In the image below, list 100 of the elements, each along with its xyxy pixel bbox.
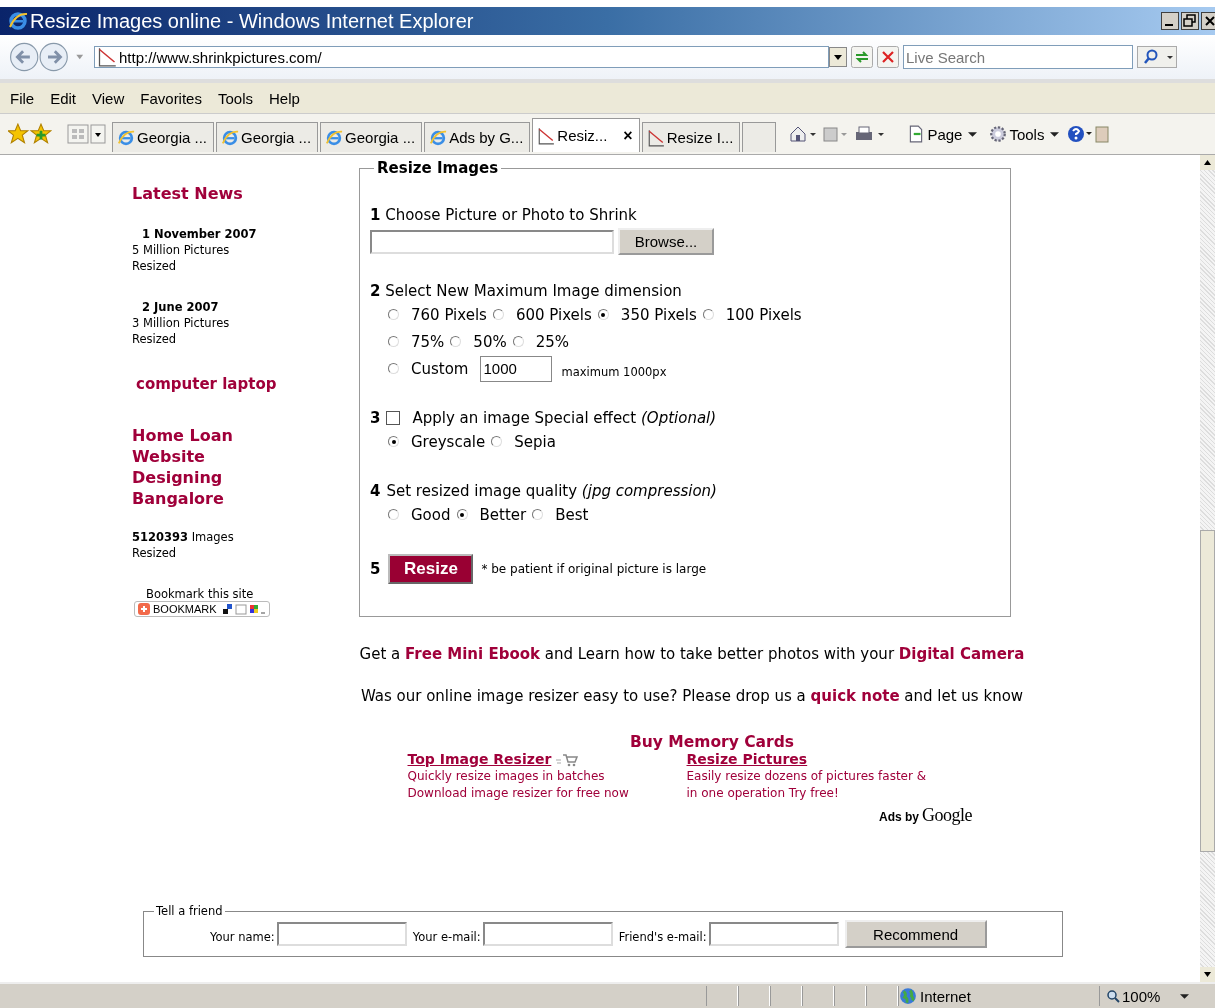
scrollbar[interactable] — [1200, 155, 1215, 982]
promo-link[interactable]: quick note — [810, 687, 900, 705]
checkbox[interactable] — [386, 411, 401, 425]
browser-tab[interactable]: Georgia ... — [112, 122, 215, 152]
step-label: 1 Choose Picture or Photo to Shrink — [370, 205, 638, 225]
recommend-button[interactable]: Recommend — [844, 920, 987, 948]
menu-item[interactable]: Edit — [42, 89, 85, 107]
favorites-icon[interactable] — [8, 123, 52, 145]
ads-by-label: Ads by — [879, 810, 919, 824]
radio-button[interactable] — [492, 309, 504, 320]
scroll-thumb[interactable] — [1200, 530, 1215, 852]
option-label: 75% — [411, 332, 445, 351]
browser-tab[interactable]: Resiz... × — [532, 118, 640, 152]
promo-link[interactable]: Free Mini Ebook — [405, 645, 540, 663]
promo-text: Get a Free Mini Ebook and Learn how to take better photos with your Digital Camera — [358, 645, 1026, 663]
menu-item[interactable]: Tools — [209, 89, 261, 107]
stop-icon[interactable] — [877, 46, 899, 68]
radio-button[interactable] — [702, 309, 714, 320]
custom-size-field[interactable]: 1000 — [480, 355, 553, 382]
menu-item[interactable]: Favorites — [132, 89, 210, 107]
browser-tab[interactable]: Georgia ... — [320, 122, 423, 152]
restore-icon[interactable] — [1181, 12, 1199, 30]
news-date: 2 June 2007 — [141, 299, 220, 315]
step-label: 2 Select New Maximum Image dimension — [370, 281, 683, 301]
option-label: 25% — [535, 332, 570, 351]
field-label: Friend's e-mail: — [618, 929, 707, 944]
browser-logo-icon — [429, 128, 448, 147]
option-label: Custom — [411, 359, 469, 378]
ad-text: Quickly resize images in batches — [407, 768, 606, 785]
caret-icon — [1180, 992, 1190, 1000]
option-label: Best — [555, 505, 589, 524]
ad-title-link[interactable]: Resize Pictures — [686, 751, 808, 768]
promo-link[interactable]: Digital Camera — [898, 645, 1025, 663]
globe-icon — [899, 987, 917, 1005]
search-field[interactable]: Live Search — [903, 45, 1133, 69]
radio-button[interactable] — [456, 509, 468, 520]
patience-note: * be patient if original picture is large — [481, 562, 707, 576]
radio-button[interactable] — [512, 336, 524, 347]
address-field[interactable]: http://www.shrinkpictures.com/ — [94, 46, 829, 68]
radio-button[interactable] — [450, 336, 462, 347]
bookmark-caption: Bookmark this site — [146, 587, 254, 601]
news-heading: Latest News — [132, 184, 243, 203]
scroll-up-icon[interactable] — [1200, 155, 1215, 170]
page-icon — [646, 128, 665, 147]
option-label: Sepia — [514, 432, 556, 451]
option-label: 760 Pixels — [411, 305, 487, 324]
zoom-level[interactable]: 100% — [1099, 986, 1190, 1006]
input-field[interactable] — [482, 922, 613, 946]
browser-tab[interactable]: Ads by G... — [424, 122, 531, 152]
browser-logo-icon — [325, 128, 344, 147]
option-label: 600 Pixels — [515, 305, 592, 324]
ads-heading: Buy Memory Cards — [630, 733, 794, 751]
radio-button[interactable] — [388, 363, 399, 374]
status-pane — [738, 986, 770, 1006]
sidebar-link[interactable]: Home Loan Website Designing Bangalore — [132, 425, 242, 509]
field-label: Your e-mail: — [412, 929, 481, 944]
command-button[interactable]: Tools — [984, 125, 1065, 143]
field-label: Your name: — [210, 929, 275, 944]
command-button[interactable]: Page — [902, 125, 983, 143]
news-text: 3 Million Pictures Resized — [132, 315, 231, 347]
magnifier-icon — [1106, 989, 1120, 1003]
security-zone: Internet — [898, 986, 1099, 1006]
images-counter: 5120393 Images Resized — [132, 529, 235, 561]
bookmark-button[interactable]: BOOKMARK — [134, 601, 270, 617]
resize-button[interactable]: Resize — [388, 554, 474, 584]
browser-logo-icon — [221, 128, 240, 147]
form-legend: Resize Images — [374, 159, 502, 177]
radio-button[interactable] — [388, 309, 399, 320]
gear-icon — [989, 125, 1008, 143]
input-field[interactable] — [276, 922, 407, 946]
step-number: 5 — [370, 560, 381, 578]
browser-tab[interactable]: Resize I... — [641, 122, 741, 152]
menu-item[interactable]: File — [2, 89, 43, 107]
radio-button[interactable] — [388, 436, 399, 447]
minimize-icon[interactable] — [1161, 12, 1179, 30]
new-tab[interactable] — [742, 122, 777, 152]
radio-button[interactable] — [597, 309, 609, 320]
close-icon[interactable] — [1201, 12, 1215, 30]
browser-tab[interactable]: Georgia ... — [216, 122, 319, 152]
browser-logo-icon — [8, 11, 28, 31]
menu-item[interactable]: View — [84, 89, 133, 107]
sidebar-link[interactable]: computer laptop — [136, 375, 277, 393]
step-label: Apply an image Special effect (Optional) — [412, 408, 717, 428]
search-icon[interactable] — [1137, 46, 1177, 68]
option-label: Greyscale — [411, 432, 486, 451]
browse-button[interactable]: Browse... — [618, 228, 714, 255]
step-number: 3 — [370, 408, 381, 428]
promo-text: Was our online image resizer easy to use? Please drop us a quick note and let us know — [359, 687, 1025, 705]
radio-button[interactable] — [388, 509, 399, 520]
menu-item[interactable]: Help — [261, 89, 308, 107]
input-field[interactable] — [708, 922, 839, 946]
file-path-field[interactable] — [370, 229, 614, 254]
radio-button[interactable] — [491, 436, 503, 447]
ad-title-link[interactable]: Top Image Resizer — [407, 751, 552, 768]
radio-button[interactable] — [388, 336, 399, 347]
scroll-down-icon[interactable] — [1200, 967, 1215, 982]
radio-button[interactable] — [532, 509, 544, 520]
help-icon[interactable] — [1066, 123, 1111, 145]
dropdown-icon[interactable] — [829, 47, 847, 67]
status-pane — [834, 986, 866, 1006]
